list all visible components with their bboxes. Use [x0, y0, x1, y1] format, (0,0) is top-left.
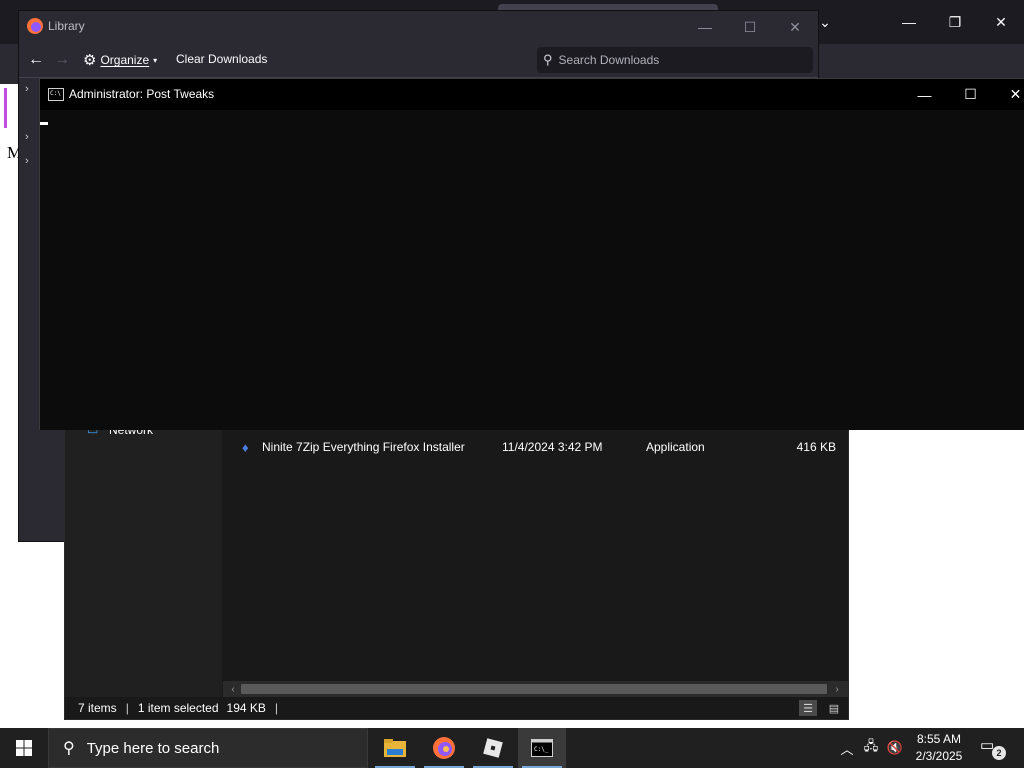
- library-minimize-button[interactable]: —: [682, 15, 728, 39]
- notification-center-button[interactable]: ▭ 2: [980, 736, 1006, 760]
- navigation-pane: ▭ Network: [65, 419, 222, 697]
- folder-icon: [384, 739, 406, 757]
- clock-time: 8:55 AM: [916, 732, 962, 746]
- console-output[interactable]: [40, 110, 1024, 430]
- file-type: Application: [646, 440, 705, 454]
- firefox-page-content: [0, 84, 18, 728]
- gear-icon: ⚙: [83, 52, 97, 69]
- firefox-close-button[interactable]: ✕: [978, 8, 1024, 36]
- roblox-icon: [483, 738, 503, 758]
- back-arrow-icon[interactable]: ←: [25, 50, 47, 70]
- start-button[interactable]: [0, 728, 48, 768]
- file-name: Ninite 7Zip Everything Firefox Installer: [262, 440, 465, 454]
- scrollbar-thumb[interactable]: [241, 684, 827, 694]
- cmd-icon: C:\: [48, 88, 64, 101]
- clock-date: 2/3/2025: [915, 749, 963, 763]
- scroll-right-icon[interactable]: ›: [829, 682, 845, 696]
- terminal-icon: C:\_: [531, 739, 553, 757]
- file-date: 11/4/2024 3:42 PM: [502, 440, 603, 454]
- selection-count: 1 item selected: [137, 701, 219, 715]
- sidebar-accent: [4, 88, 7, 128]
- windows-logo-icon: [16, 740, 32, 756]
- roblox-taskbar-button[interactable]: [469, 728, 517, 768]
- forward-arrow-icon[interactable]: →: [51, 50, 73, 70]
- console-minimize-button[interactable]: —: [902, 79, 947, 110]
- library-close-button[interactable]: ✕: [772, 15, 818, 39]
- firefox-taskbar-button[interactable]: [420, 728, 468, 768]
- library-titlebar: Library — ☐ ✕: [19, 11, 818, 43]
- search-downloads-input[interactable]: [558, 53, 799, 67]
- scroll-left-icon[interactable]: ‹: [225, 682, 241, 696]
- taskbar-search-box[interactable]: ⚲ Type here to search: [48, 728, 368, 768]
- taskbar: ⚲ Type here to search C:\_ ︿ 🖧 🔇 8:55 AM…: [0, 728, 1024, 768]
- horizontal-scrollbar[interactable]: ‹ ›: [223, 681, 848, 697]
- tree-expand-icon[interactable]: ›: [25, 131, 37, 145]
- svg-text:C:\_: C:\_: [534, 746, 549, 753]
- clear-downloads-button[interactable]: Clear Downloads: [176, 52, 267, 66]
- console-title: Administrator: Post Tweaks: [69, 87, 215, 101]
- taskbar-search-placeholder: Type here to search: [86, 739, 220, 757]
- status-separator: |: [274, 701, 279, 715]
- notification-count-badge: 2: [992, 746, 1006, 760]
- network-status-icon[interactable]: 🖧: [860, 728, 882, 768]
- firefox-icon: [433, 737, 455, 759]
- library-maximize-button[interactable]: ☐: [727, 15, 773, 39]
- console-window: C:\ Administrator: Post Tweaks — ☐ ✕: [39, 78, 1024, 430]
- search-downloads-field[interactable]: ⚲: [537, 47, 813, 73]
- item-count: 7 items: [78, 701, 117, 715]
- search-icon: ⚲: [543, 52, 553, 67]
- tree-expand-icon[interactable]: ›: [25, 83, 37, 97]
- show-hidden-icons-chevron-icon[interactable]: ︿: [836, 728, 858, 768]
- terminal-taskbar-button[interactable]: C:\_: [518, 728, 566, 768]
- details-view-icon[interactable]: ☰: [799, 700, 817, 716]
- organize-label: Organize: [100, 53, 150, 67]
- selection-size: 194 KB: [226, 701, 266, 715]
- file-explorer-window: ▭ Network ♦ Ninite 7Zip Everything Firef…: [64, 418, 849, 720]
- file-row[interactable]: ♦ Ninite 7Zip Everything Firefox Install…: [242, 437, 842, 457]
- file-list: ♦ Ninite 7Zip Everything Firefox Install…: [222, 419, 848, 681]
- system-clock[interactable]: 8:55 AM 2/3/2025: [904, 731, 974, 765]
- console-maximize-button[interactable]: ☐: [948, 79, 993, 110]
- volume-muted-icon[interactable]: 🔇: [884, 728, 906, 768]
- console-titlebar: C:\ Administrator: Post Tweaks — ☐ ✕: [40, 79, 1024, 110]
- tiles-view-icon[interactable]: ▤: [825, 700, 843, 716]
- status-bar: 7 items | 1 item selected 194 KB |: [65, 697, 848, 719]
- installer-icon: ♦: [242, 440, 249, 455]
- tree-expand-icon[interactable]: ›: [25, 155, 37, 169]
- library-title: Library: [48, 19, 85, 33]
- status-separator: |: [125, 701, 129, 715]
- file-size: 416 KB: [796, 440, 836, 454]
- chevron-down-icon: ▾: [153, 55, 158, 65]
- text-cursor: [40, 122, 48, 125]
- firefox-minimize-button[interactable]: —: [886, 8, 932, 36]
- console-close-button[interactable]: ✕: [993, 79, 1024, 110]
- firefox-logo-icon: [27, 18, 43, 34]
- file-explorer-taskbar-button[interactable]: [371, 728, 419, 768]
- organize-button[interactable]: ⚙ Organize ▾: [83, 51, 157, 69]
- library-toolbar: ← → ⚙ Organize ▾ Clear Downloads ⚲: [19, 43, 818, 77]
- search-icon: ⚲: [63, 740, 75, 757]
- firefox-restore-button[interactable]: ❐: [932, 8, 978, 36]
